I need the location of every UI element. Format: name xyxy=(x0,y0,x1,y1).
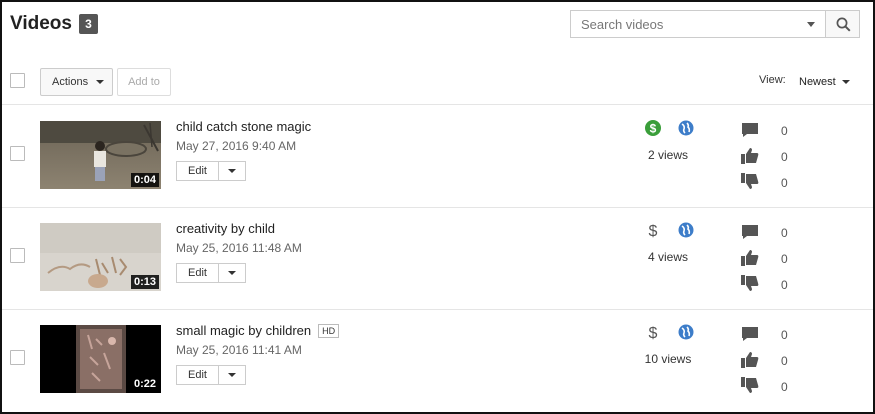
edit-button[interactable]: Edit xyxy=(177,264,219,282)
edit-button-group: Edit xyxy=(176,365,246,385)
dollar-icon[interactable]: $ xyxy=(645,324,661,340)
comment-icon xyxy=(742,123,758,137)
video-duration: 0:22 xyxy=(130,377,159,391)
video-duration: 0:04 xyxy=(130,173,159,187)
video-title[interactable]: creativity by child xyxy=(176,221,275,236)
monetized-dollar-icon[interactable]: $ xyxy=(645,120,661,136)
view-count: 4 views xyxy=(647,250,688,264)
video-row: 0:04 child catch stone magic May 27, 201… xyxy=(2,106,873,208)
public-globe-icon[interactable] xyxy=(678,324,694,340)
hd-badge: HD xyxy=(318,324,340,338)
comment-icon xyxy=(742,327,758,341)
search-icon xyxy=(836,17,851,32)
actions-button-label: Actions xyxy=(52,76,89,88)
video-date: May 25, 2016 11:41 AM xyxy=(176,343,302,357)
thumbs-up-icon xyxy=(741,148,759,164)
sort-dropdown[interactable]: Newest xyxy=(799,76,836,88)
dislike-count: 0 xyxy=(781,380,788,394)
search-input[interactable] xyxy=(571,11,821,37)
video-thumbnail[interactable]: 0:13 xyxy=(40,223,161,291)
video-date: May 27, 2016 9:40 AM xyxy=(176,139,297,153)
comment-count: 0 xyxy=(781,328,788,342)
video-thumbnail[interactable]: 0:04 xyxy=(40,121,161,189)
video-thumbnail[interactable]: 0:22 xyxy=(40,325,161,393)
videos-panel: Videos 3 Actions Add to View: Newest xyxy=(0,0,875,414)
row-checkbox[interactable] xyxy=(10,146,25,161)
edit-button[interactable]: Edit xyxy=(177,366,219,384)
view-count: 2 views xyxy=(647,148,688,162)
page-title: Videos xyxy=(10,13,72,34)
comment-count: 0 xyxy=(781,124,788,138)
dollar-icon[interactable]: $ xyxy=(645,222,661,238)
svg-text:$: $ xyxy=(650,122,657,136)
comment-count: 0 xyxy=(781,226,788,240)
view-count: 10 views xyxy=(644,352,692,366)
edit-dropdown-chevron-icon[interactable] xyxy=(228,169,236,173)
svg-text:$: $ xyxy=(649,223,658,238)
video-row: 0:13 creativity by child May 25, 2016 11… xyxy=(2,208,873,310)
thumbs-down-icon xyxy=(741,377,759,393)
video-title[interactable]: child catch stone magic xyxy=(176,119,311,134)
thumbs-up-icon xyxy=(741,250,759,266)
like-count: 0 xyxy=(781,354,788,368)
edit-dropdown-chevron-icon[interactable] xyxy=(228,373,236,377)
video-row: 0:22 small magic by children HD May 25, 2… xyxy=(2,310,873,412)
comment-icon xyxy=(742,225,758,239)
thumbs-up-icon xyxy=(741,352,759,368)
edit-button[interactable]: Edit xyxy=(177,162,219,180)
public-globe-icon[interactable] xyxy=(678,120,694,136)
edit-button-group: Edit xyxy=(176,263,246,283)
row-checkbox[interactable] xyxy=(10,350,25,365)
row-checkbox[interactable] xyxy=(10,248,25,263)
search-box xyxy=(570,10,860,38)
edit-dropdown-chevron-icon[interactable] xyxy=(228,271,236,275)
video-title[interactable]: small magic by children HD xyxy=(176,323,340,338)
thumbs-down-icon xyxy=(741,173,759,189)
chevron-down-icon xyxy=(96,80,104,84)
toolbar: Actions Add to View: Newest xyxy=(2,60,873,105)
search-scope-dropdown-icon[interactable] xyxy=(807,22,815,27)
dislike-count: 0 xyxy=(781,278,788,292)
public-globe-icon[interactable] xyxy=(678,222,694,238)
svg-text:$: $ xyxy=(649,325,658,340)
dislike-count: 0 xyxy=(781,176,788,190)
sort-chevron-down-icon[interactable] xyxy=(842,80,850,84)
header: Videos 3 xyxy=(2,2,873,48)
thumbs-down-icon xyxy=(741,275,759,291)
video-title-text: creativity by child xyxy=(176,221,275,236)
like-count: 0 xyxy=(781,150,788,164)
like-count: 0 xyxy=(781,252,788,266)
select-all-checkbox[interactable] xyxy=(10,73,25,88)
search-button[interactable] xyxy=(825,10,860,38)
video-count-badge: 3 xyxy=(79,14,98,34)
actions-button[interactable]: Actions xyxy=(40,68,113,96)
video-date: May 25, 2016 11:48 AM xyxy=(176,241,302,255)
view-label: View: xyxy=(759,74,786,86)
video-title-text: small magic by children xyxy=(176,323,312,338)
video-title-text: child catch stone magic xyxy=(176,119,312,134)
add-to-button[interactable]: Add to xyxy=(117,68,171,96)
edit-button-group: Edit xyxy=(176,161,246,181)
video-duration: 0:13 xyxy=(130,275,159,289)
